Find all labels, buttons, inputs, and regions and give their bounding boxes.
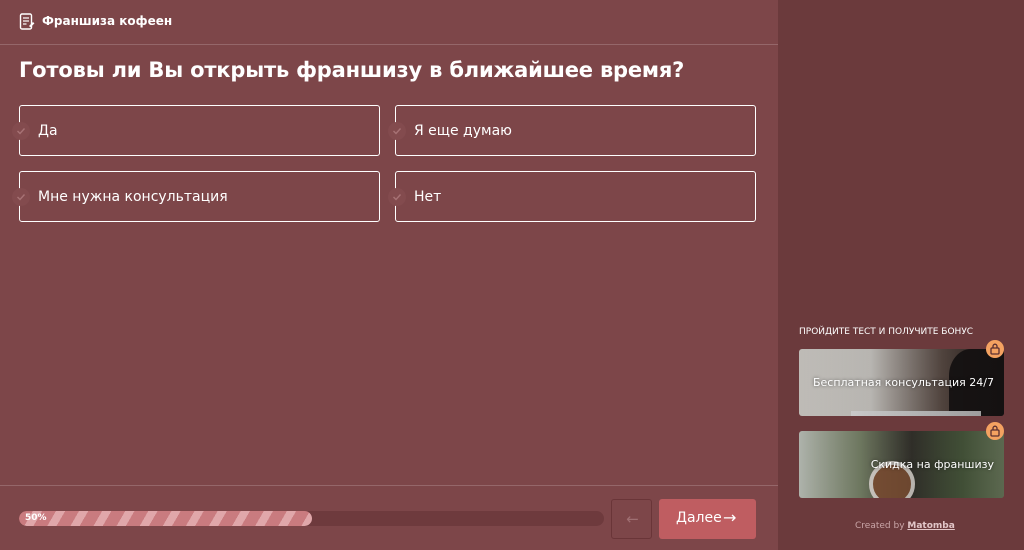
answer-option-label: Мне нужна консультация [38, 189, 228, 205]
answer-option-yes[interactable]: Да [12, 105, 380, 156]
bonus-title: ПРОЙДИТЕ ТЕСТ И ПОЛУЧИТЕ БОНУС [799, 327, 974, 337]
answer-option-label: Нет [414, 189, 442, 205]
bonus-card-consultation[interactable]: Бесплатная консультация 24/7 [799, 349, 1004, 416]
lock-icon [986, 340, 1004, 358]
back-button[interactable]: ← [611, 499, 652, 539]
check-icon [388, 122, 406, 140]
app-title: Франшиза кофеен [42, 14, 173, 28]
footer-divider [0, 485, 778, 486]
answer-option-thinking[interactable]: Я еще думаю [388, 105, 756, 156]
credit-brand-link[interactable]: Matomba [907, 521, 954, 531]
arrow-right-icon: → [723, 508, 737, 527]
answer-option-consultation[interactable]: Мне нужна консультация [12, 171, 380, 222]
quiz-main-panel: Франшиза кофеен Готовы ли Вы открыть фра… [0, 0, 778, 550]
progress-bar-fill [19, 511, 312, 526]
progress-percent: 50% [25, 513, 47, 523]
next-button-label: Далее [676, 510, 722, 526]
check-icon [12, 188, 30, 206]
check-icon [388, 188, 406, 206]
bonus-card-label: Скидка на франшизу [870, 458, 994, 471]
next-button[interactable]: Далее → [659, 499, 756, 539]
quiz-screen: Франшиза кофеен Готовы ли Вы открыть фра… [0, 0, 1024, 550]
question-title: Готовы ли Вы открыть франшизу в ближайше… [19, 58, 685, 82]
credit-prefix: Created by [855, 521, 905, 531]
answer-option-label: Я еще думаю [414, 123, 512, 139]
document-icon [19, 13, 35, 30]
top-bar: Франшиза кофеен [0, 0, 778, 45]
lock-icon [986, 422, 1004, 440]
arrow-left-icon: ← [626, 510, 639, 528]
answer-option-no[interactable]: Нет [388, 171, 756, 222]
bonus-card-label: Бесплатная консультация 24/7 [812, 376, 994, 389]
answer-option-label: Да [38, 123, 58, 139]
check-icon [12, 122, 30, 140]
bonus-sidebar: ПРОЙДИТЕ ТЕСТ И ПОЛУЧИТЕ БОНУС Бесплатна… [778, 0, 1024, 550]
credit-line: Created by Matomba [855, 521, 955, 531]
bonus-card-discount[interactable]: Скидка на франшизу [799, 431, 1004, 498]
progress-bar: 50% [19, 511, 604, 526]
